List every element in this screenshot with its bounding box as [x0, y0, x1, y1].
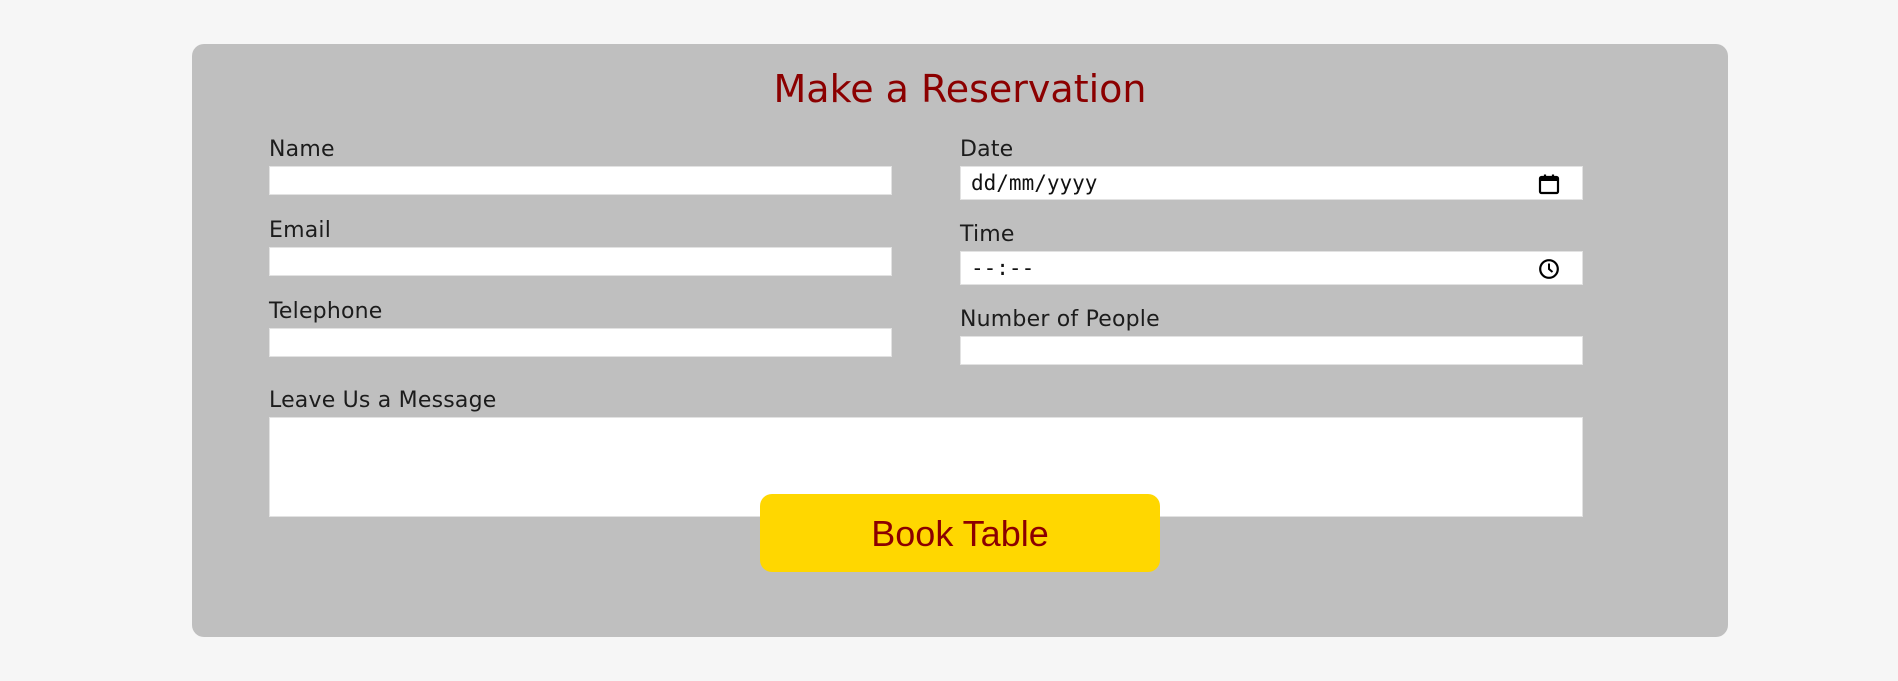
date-field-group: Date dd/mm/yyyy	[960, 136, 1583, 200]
clock-icon[interactable]	[1538, 258, 1560, 280]
date-label: Date	[960, 137, 1014, 162]
telephone-input[interactable]	[269, 328, 892, 357]
people-input[interactable]	[960, 336, 1583, 365]
name-field-group: Name	[269, 136, 892, 195]
email-label: Email	[269, 218, 332, 243]
email-field-group: Email	[269, 217, 892, 276]
message-label: Leave Us a Message	[269, 388, 497, 413]
form-title: Make a Reservation	[773, 67, 1147, 111]
telephone-field-group: Telephone	[269, 298, 892, 357]
people-field-group: Number of People	[960, 306, 1583, 365]
name-label: Name	[269, 137, 335, 162]
time-placeholder: --:--	[971, 256, 1035, 280]
reservation-form: Make a Reservation Name Email Telephone …	[192, 44, 1728, 637]
time-field-group: Time --:--	[960, 221, 1583, 285]
telephone-label: Telephone	[269, 299, 383, 324]
name-input[interactable]	[269, 166, 892, 195]
time-label: Time	[960, 222, 1015, 247]
date-input[interactable]: dd/mm/yyyy	[960, 166, 1583, 200]
date-placeholder: dd/mm/yyyy	[971, 171, 1098, 195]
email-input[interactable]	[269, 247, 892, 276]
people-label: Number of People	[960, 307, 1160, 332]
time-input[interactable]: --:--	[960, 251, 1583, 285]
book-table-button[interactable]: Book Table	[760, 494, 1160, 572]
calendar-icon[interactable]	[1538, 173, 1560, 195]
